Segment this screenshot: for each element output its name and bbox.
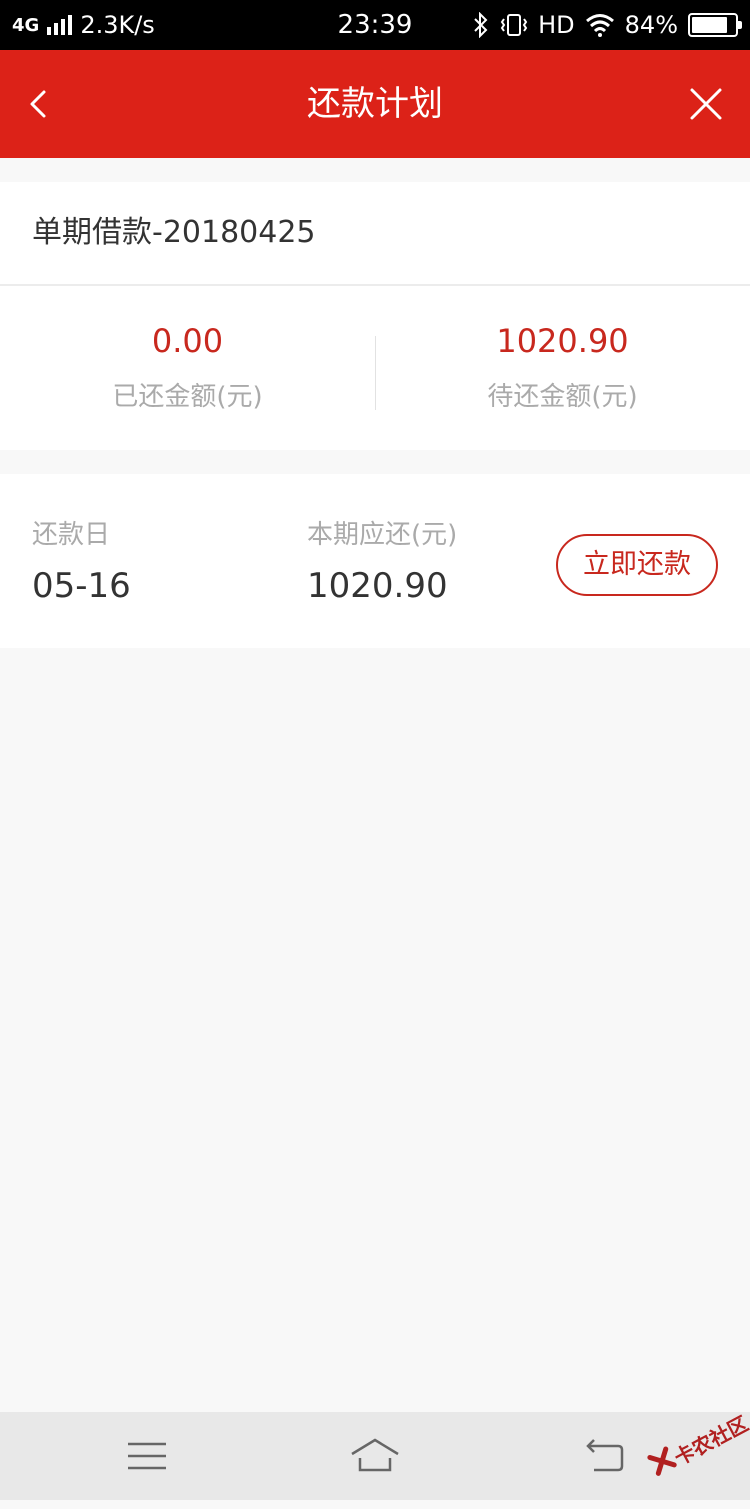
installment-row: 还款日 05-16 本期应还(元) 1020.90 立即还款	[0, 474, 750, 648]
status-bar: 4G 2.3K/s 23:39 HD 84%	[0, 0, 750, 50]
page-title: 还款计划	[307, 84, 443, 124]
menu-icon[interactable]	[122, 1436, 172, 1476]
close-icon[interactable]	[686, 84, 726, 124]
battery-percent: 84%	[624, 11, 678, 39]
due-date-value: 05-16	[32, 566, 131, 606]
due-date-label: 还款日	[32, 520, 111, 550]
pending-amount-value: 1020.90	[496, 322, 629, 360]
network-speed: 2.3K/s	[80, 11, 155, 39]
paid-amount-value: 0.00	[151, 322, 224, 360]
system-nav-bar	[0, 1412, 750, 1500]
hd-indicator: HD	[538, 11, 575, 39]
status-right: HD 84%	[472, 11, 742, 39]
paid-amount-block: 0.00 已还金额(元)	[0, 286, 375, 450]
installment-amount-label: 本期应还(元)	[307, 520, 458, 550]
wifi-icon	[585, 14, 614, 37]
pending-amount-label: 待还金额(元)	[487, 382, 638, 412]
back-nav-icon[interactable]	[580, 1436, 630, 1476]
pay-now-button[interactable]: 立即还款	[556, 534, 718, 596]
network-type: 4G	[12, 14, 40, 36]
battery-icon	[688, 13, 742, 37]
signal-icon	[47, 15, 73, 35]
paid-amount-label: 已还金额(元)	[112, 382, 263, 412]
back-icon[interactable]	[20, 84, 60, 124]
app-header: 还款计划	[0, 50, 750, 158]
installment-amount-value: 1020.90	[307, 566, 448, 606]
home-icon[interactable]	[350, 1436, 400, 1476]
watermark-text: 卡农社区	[670, 1411, 750, 1471]
battery-fill	[692, 17, 728, 33]
status-left: 4G 2.3K/s	[12, 11, 155, 39]
pending-amount-block: 1020.90 待还金额(元)	[375, 286, 750, 450]
repayment-summary: 0.00 已还金额(元) 1020.90 待还金额(元)	[0, 286, 750, 450]
bluetooth-icon	[474, 12, 488, 38]
loan-title: 单期借款-20180425	[0, 182, 750, 284]
vibrate-icon	[500, 14, 528, 36]
